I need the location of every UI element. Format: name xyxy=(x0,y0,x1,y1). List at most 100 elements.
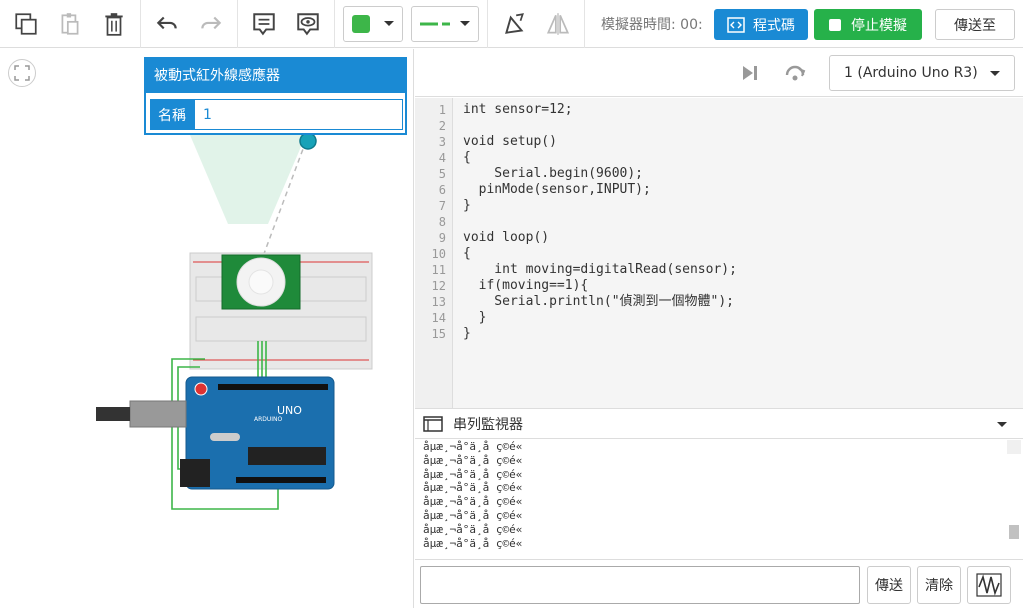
wire-line-icon xyxy=(420,22,450,25)
line-number: 14 xyxy=(431,311,446,325)
code-line: } xyxy=(463,198,471,213)
line-number: 5 xyxy=(438,167,446,181)
send-label: 傳送 xyxy=(875,578,903,594)
code-editor[interactable]: 1 2 3 4 5 6 7 8 9 10 11 12 13 14 15 int … xyxy=(415,98,1023,408)
serial-line: åµæ¸¬å°ä¸å ç©é« xyxy=(423,536,523,550)
code-button[interactable]: 程式碼 xyxy=(714,9,808,40)
serial-clear-button[interactable]: 清除 xyxy=(917,566,961,604)
copy-button[interactable] xyxy=(4,4,48,44)
debug-icon[interactable] xyxy=(783,61,807,85)
rotate-icon xyxy=(505,12,524,34)
code-lines[interactable]: int sensor=12; void setup() { Serial.beg… xyxy=(453,98,1023,408)
serial-line: åµæ¸¬å°ä¸å ç©é« xyxy=(423,522,523,536)
arduino-sub-label: ARDUINO xyxy=(254,416,283,423)
serial-monitor-title: 串列監視器 xyxy=(453,416,523,433)
board-select[interactable]: 1 (Arduino Uno R3) xyxy=(829,55,1015,91)
line-number: 15 xyxy=(431,327,446,341)
circuit-canvas[interactable]: UNO ARDUINO 被動式紅外線感應器 名稱 1 xyxy=(0,49,414,608)
code-line: if(moving==1){ xyxy=(463,278,589,293)
serial-input-row: 傳送 清除 xyxy=(415,559,1023,608)
name-input[interactable]: 1 xyxy=(194,99,403,130)
code-line: pinMode(sensor,INPUT); xyxy=(463,182,651,197)
line-number: 9 xyxy=(438,231,446,245)
line-number: 13 xyxy=(431,295,446,309)
trash-icon xyxy=(105,12,123,36)
code-toolbar: 1 (Arduino Uno R3) xyxy=(415,49,1023,97)
line-number: 2 xyxy=(438,119,446,133)
line-number-gutter: 1 2 3 4 5 6 7 8 9 10 11 12 13 14 15 xyxy=(415,98,453,408)
code-line: } xyxy=(463,326,471,341)
code-line: } xyxy=(463,310,487,325)
line-number: 3 xyxy=(438,135,446,149)
serial-plot-button[interactable] xyxy=(967,566,1011,604)
view-toggle-button[interactable] xyxy=(286,4,330,44)
app-root: 模擬器時間: 00: 程式碼 停止模擬 傳送至 UNO ARDUINO 被動式紅… xyxy=(0,0,1023,608)
serial-line: åµæ¸¬å°ä¸å ç©é« xyxy=(423,440,523,453)
sim-time: 模擬器時間: 00: xyxy=(601,16,703,33)
stop-simulation-button[interactable]: 停止模擬 xyxy=(814,9,922,40)
code-line: { xyxy=(463,150,471,165)
paste-button[interactable] xyxy=(48,4,92,44)
stop-button-label: 停止模擬 xyxy=(851,17,907,34)
code-icon xyxy=(727,16,745,33)
board-select-value: 1 (Arduino Uno R3) xyxy=(844,65,978,81)
serial-input[interactable] xyxy=(420,566,860,604)
redo-icon xyxy=(201,16,222,29)
chevron-down-icon[interactable] xyxy=(997,422,1007,427)
wire-color-select[interactable] xyxy=(343,5,403,42)
stop-icon xyxy=(829,18,841,31)
code-line: Serial.begin(9600); xyxy=(463,166,644,181)
delete-button[interactable] xyxy=(92,4,136,44)
serial-send-button[interactable]: 傳送 xyxy=(867,566,911,604)
note-icon xyxy=(253,12,275,35)
rotate-button[interactable] xyxy=(492,4,536,44)
monitor-icon xyxy=(423,415,443,432)
scroll-thumb[interactable] xyxy=(1009,525,1019,539)
code-button-label: 程式碼 xyxy=(753,17,795,34)
serial-line: åµæ¸¬å°ä¸å ç©é« xyxy=(423,508,523,522)
eye-icon xyxy=(297,12,319,35)
inspector-title: 被動式紅外線感應器 xyxy=(146,59,405,93)
serial-scrollbar[interactable] xyxy=(1007,440,1021,539)
undo-button[interactable] xyxy=(145,4,189,44)
send-to-button[interactable]: 傳送至 xyxy=(935,9,1015,40)
line-number: 6 xyxy=(438,183,446,197)
line-number: 7 xyxy=(438,199,446,213)
serial-output: åµæ¸¬å°ä¸å ç©é« åµæ¸¬å°ä¸å ç©é« åµæ¸¬å°ä… xyxy=(415,440,1023,558)
color-swatch xyxy=(352,14,370,33)
wire-tools xyxy=(335,0,488,48)
redo-button[interactable] xyxy=(189,4,233,44)
wire-type-select[interactable] xyxy=(411,5,479,42)
flip-button[interactable] xyxy=(536,4,580,44)
flip-icon xyxy=(546,12,570,35)
line-number: 12 xyxy=(431,279,446,293)
send-to-label: 傳送至 xyxy=(954,17,996,34)
name-label: 名稱 xyxy=(150,99,194,130)
line-number: 4 xyxy=(438,151,446,165)
line-number: 1 xyxy=(438,103,446,117)
serial-line: åµæ¸¬å°ä¸å ç©é« xyxy=(423,481,523,495)
line-number: 8 xyxy=(438,215,446,229)
component-inspector: 被動式紅外線感應器 名稱 1 xyxy=(144,57,407,135)
serial-line: åµæ¸¬å°ä¸å ç©é« xyxy=(423,467,523,481)
code-line: int sensor=12; xyxy=(463,102,573,117)
edit-tools xyxy=(0,0,141,48)
step-icon[interactable] xyxy=(737,61,761,85)
history-tools xyxy=(141,0,238,48)
chevron-down-icon xyxy=(460,21,470,26)
code-line: int moving=digitalRead(sensor); xyxy=(463,262,737,277)
code-line: { xyxy=(463,246,471,261)
serial-monitor-header[interactable]: 串列監視器 xyxy=(415,408,1023,439)
name-row: 名稱 1 xyxy=(150,99,403,130)
waveform-icon xyxy=(976,573,1002,597)
notes-button[interactable] xyxy=(242,4,286,44)
undo-icon xyxy=(156,16,177,29)
line-number: 10 xyxy=(431,247,446,261)
transform-tools xyxy=(488,0,585,48)
serial-line: åµæ¸¬å°ä¸å ç©é« xyxy=(423,453,523,467)
code-line: Serial.println("偵測到一個物體"); xyxy=(463,294,735,309)
view-tools xyxy=(238,0,335,48)
chevron-down-icon xyxy=(384,21,394,26)
